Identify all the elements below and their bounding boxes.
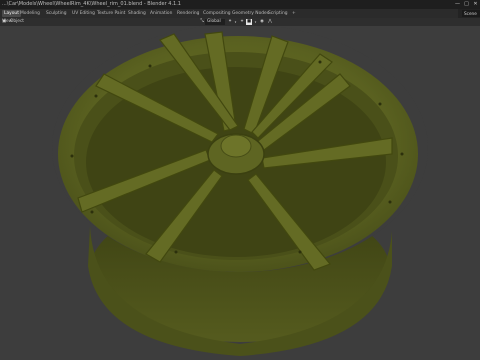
tab-shading[interactable]: Shading	[128, 10, 146, 17]
wheel-rim-model	[52, 26, 428, 356]
add-workspace-button[interactable]: +	[292, 10, 296, 17]
tab-layout[interactable]: Layout	[2, 10, 21, 17]
tab-animation[interactable]: Animation	[150, 10, 172, 17]
maximize-button[interactable]: □	[462, 0, 471, 9]
tab-scripting[interactable]: Scripting	[268, 10, 288, 17]
center-cap	[220, 134, 252, 158]
chevron-down-icon[interactable]: ▾	[253, 19, 258, 25]
tab-geometry-nodes[interactable]: Geometry Nodes	[232, 10, 269, 17]
proportional-icon[interactable]: ◉	[259, 19, 265, 25]
snap-target-icon[interactable]: ■	[246, 19, 252, 25]
3d-viewport[interactable]	[0, 26, 480, 360]
chevron-down-icon[interactable]: ▾	[233, 19, 238, 25]
tab-uv-editing[interactable]: UV Editing	[72, 10, 95, 17]
window-title: ...\Car\Models\Wheel\WheelRim_4K\Wheel_r…	[2, 1, 181, 7]
viewport-header: ▣ View Object ⤡ Global ⚭ ▾ ⌖ ■ ▾ ◉ ⋀	[0, 18, 480, 26]
transform-orientation-dropdown[interactable]: Global	[205, 19, 225, 25]
tab-modeling[interactable]: Modeling	[20, 10, 40, 17]
menu-object[interactable]: Object	[10, 18, 24, 26]
snap-icon[interactable]: ⌖	[239, 19, 245, 25]
minimize-button[interactable]: —	[453, 0, 462, 9]
tab-rendering[interactable]: Rendering	[177, 10, 199, 17]
falloff-icon[interactable]: ⋀	[267, 19, 273, 25]
tab-texture-paint[interactable]: Texture Paint	[97, 10, 125, 17]
tab-compositing[interactable]: Compositing	[203, 10, 231, 17]
scene-selector[interactable]: Scene	[462, 10, 480, 17]
title-bar: ...\Car\Models\Wheel\WheelRim_4K\Wheel_r…	[0, 0, 480, 9]
tab-sculpting[interactable]: Sculpting	[46, 10, 67, 17]
close-button[interactable]: ✕	[471, 0, 480, 9]
workspace-tabs: Layout Modeling Sculpting UV Editing Tex…	[0, 9, 480, 18]
